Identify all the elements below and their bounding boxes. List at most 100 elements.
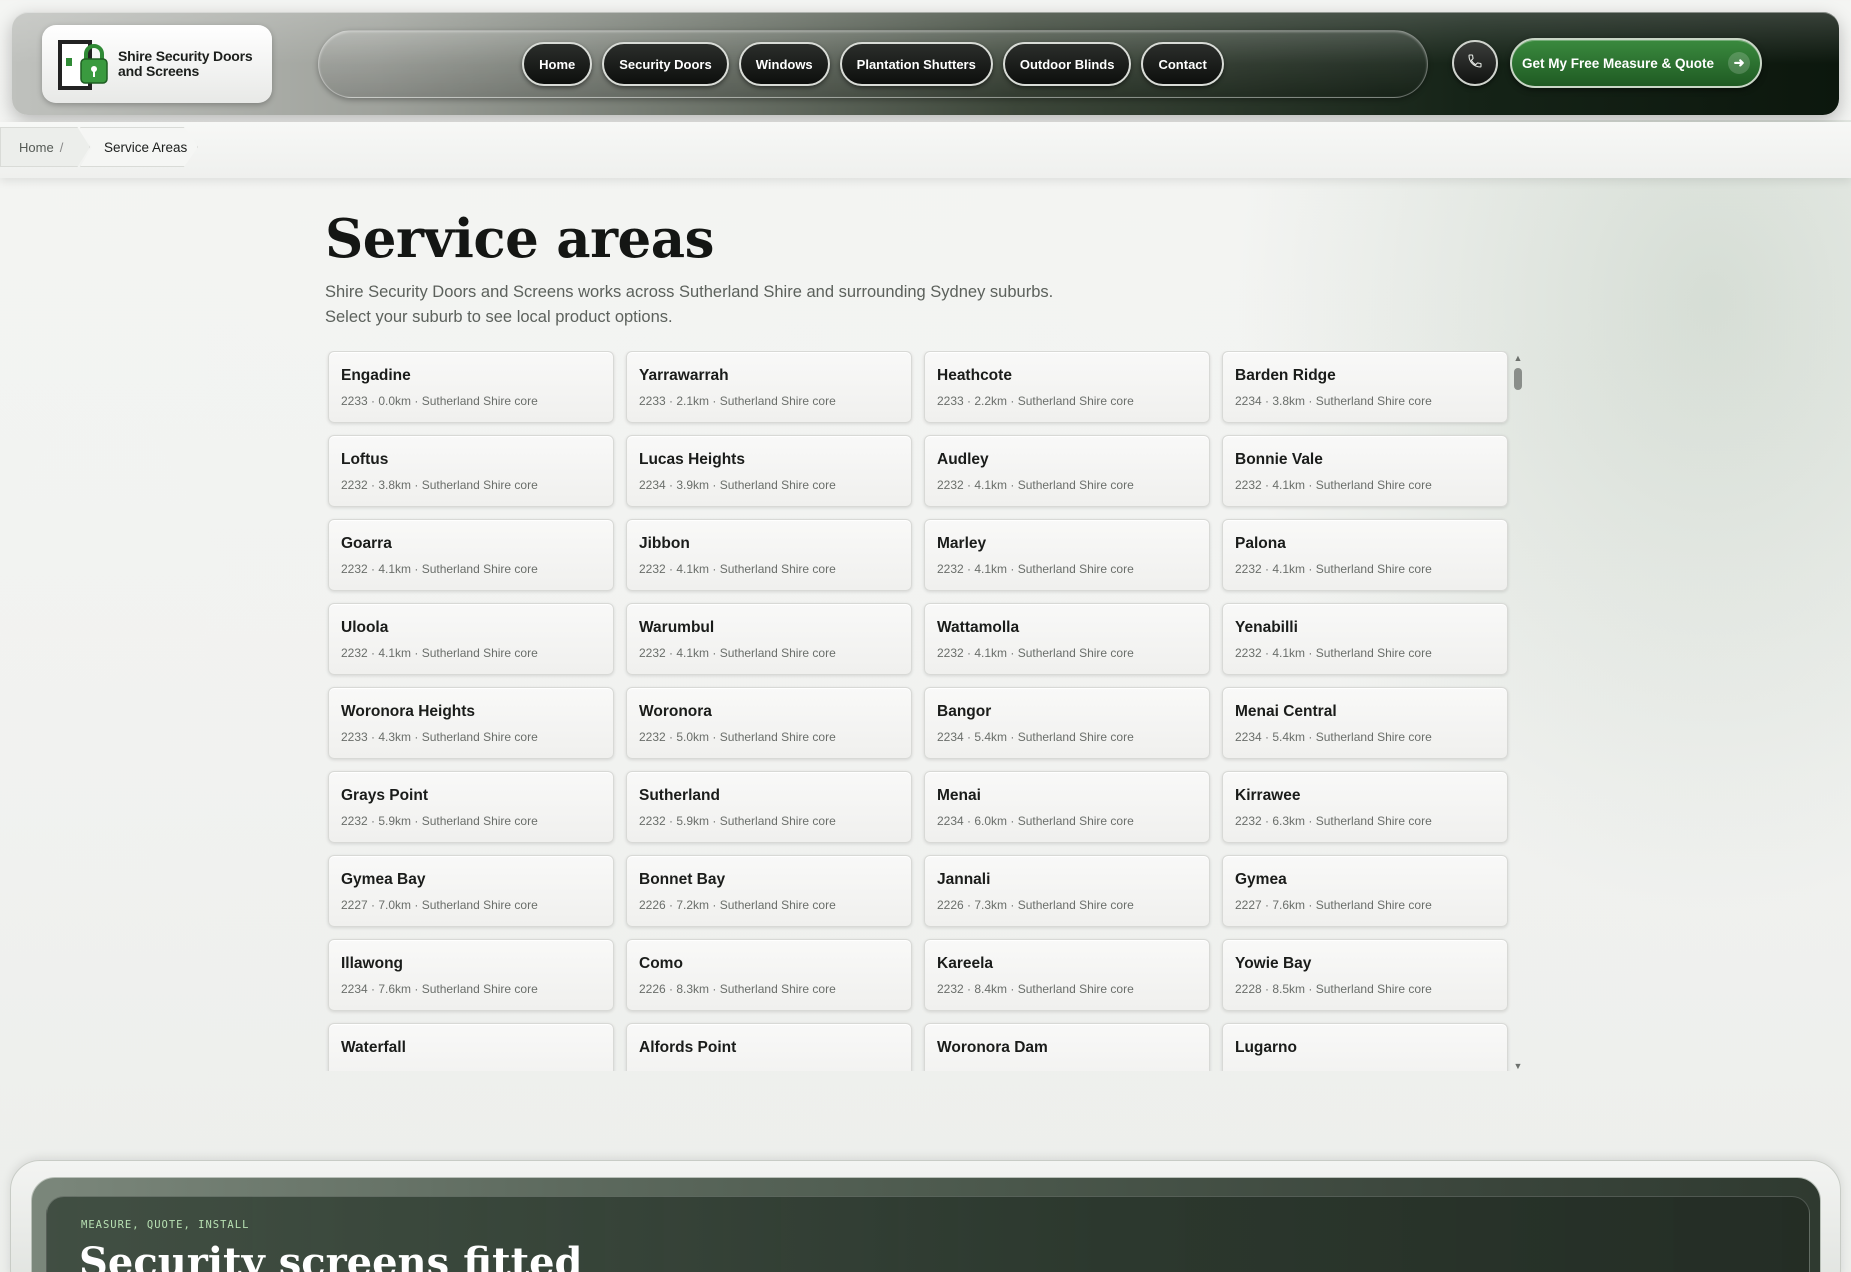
suburb-card[interactable]: Goarra 2232 · 4.1km · Sutherland Shire co…	[328, 519, 614, 591]
suburb-card[interactable]: Bonnet Bay 2226 · 7.2km · Sutherland Shir…	[626, 855, 912, 927]
suburb-name: Warumbul	[639, 619, 715, 636]
breadcrumb-separator: /	[59, 139, 64, 155]
cta-label: Get My Free Measure & Quote	[1521, 55, 1715, 71]
suburb-card[interactable]: Woronora Dam	[924, 1023, 1210, 1071]
suburb-card[interactable]: Audley 2232 · 4.1km · Sutherland Shire co…	[924, 435, 1210, 507]
suburb-meta: 2233 · 2.2km · Sutherland Shire core	[937, 394, 1134, 408]
suburb-card[interactable]: Woronora Heights 2233 · 4.3km · Sutherlan…	[328, 687, 614, 759]
suburb-name: Heathcote	[937, 367, 1012, 384]
suburb-list-scrollbar[interactable]: ▲ ▼	[1512, 353, 1524, 1071]
cta-banner: MEASURE, QUOTE, INSTALL Security screens…	[10, 1160, 1841, 1272]
suburb-name: Bangor	[937, 703, 992, 720]
suburb-meta: 2233 · 4.3km · Sutherland Shire core	[341, 730, 538, 744]
suburb-grid: Engadine 2233 · 0.0km · Sutherland Shire …	[325, 351, 1525, 1071]
suburb-name: Loftus	[341, 451, 389, 468]
nav-contact[interactable]: Contact	[1141, 42, 1224, 86]
suburb-meta: 2234 · 5.4km · Sutherland Shire core	[937, 730, 1134, 744]
suburb-card[interactable]: Wattamolla 2232 · 4.1km · Sutherland Shir…	[924, 603, 1210, 675]
suburb-card[interactable]: Yowie Bay 2228 · 8.5km · Sutherland Shire…	[1222, 939, 1508, 1011]
page-intro: Shire Security Doors and Screens works a…	[325, 283, 1054, 326]
suburb-card[interactable]: Jannali 2226 · 7.3km · Sutherland Shire c…	[924, 855, 1210, 927]
suburb-card[interactable]: Marley 2232 · 4.1km · Sutherland Shire co…	[924, 519, 1210, 591]
nav-outdoor-blinds[interactable]: Outdoor Blinds	[1002, 42, 1132, 86]
suburb-meta: 2233 · 0.0km · Sutherland Shire core	[341, 394, 538, 408]
suburb-card[interactable]: Menai Central 2234 · 5.4km · Sutherland S…	[1222, 687, 1508, 759]
suburb-name: Palona	[1235, 535, 1286, 552]
suburb-card[interactable]: Yenabilli 2232 · 4.1km · Sutherland Shire…	[1222, 603, 1508, 675]
nav-windows[interactable]: Windows	[738, 42, 830, 86]
banner-frame: MEASURE, QUOTE, INSTALL Security screens…	[31, 1177, 1821, 1272]
suburb-name: Woronora	[639, 703, 712, 720]
suburb-card[interactable]: Illawong 2234 · 7.6km · Sutherland Shire …	[328, 939, 614, 1011]
scroll-up-arrow-icon[interactable]: ▲	[1513, 353, 1523, 363]
nav-plantation-shutters[interactable]: Plantation Shutters	[839, 42, 993, 86]
suburb-card[interactable]: Yarrawarrah 2233 · 2.1km · Sutherland Shi…	[626, 351, 912, 423]
suburb-card[interactable]: Grays Point 2232 · 5.9km · Sutherland Shi…	[328, 771, 614, 843]
logo-link[interactable]: Shire Security Doors and Screens	[42, 25, 272, 103]
suburb-meta: 2232 · 4.1km · Sutherland Shire core	[937, 562, 1134, 576]
suburb-meta: 2232 · 3.8km · Sutherland Shire core	[341, 478, 538, 492]
suburb-meta: 2234 · 3.8km · Sutherland Shire core	[1235, 394, 1432, 408]
suburb-name: Illawong	[341, 955, 403, 972]
suburb-card[interactable]: Loftus 2232 · 3.8km · Sutherland Shire co…	[328, 435, 614, 507]
suburb-card[interactable]: Como 2226 · 8.3km · Sutherland Shire core	[626, 939, 912, 1011]
phone-button[interactable]	[1452, 40, 1498, 86]
banner-title: Security screens fitted	[79, 1239, 583, 1272]
site-header: Shire Security Doors and Screens Home Se…	[12, 12, 1839, 115]
breadcrumb-home[interactable]: Home /	[0, 127, 90, 167]
suburb-card[interactable]: Gymea 2227 · 7.6km · Sutherland Shire cor…	[1222, 855, 1508, 927]
suburb-name: Jibbon	[639, 535, 690, 552]
suburb-meta: 2226 · 7.3km · Sutherland Shire core	[937, 898, 1134, 912]
suburb-name: Marley	[937, 535, 987, 552]
suburb-meta: 2232 · 5.9km · Sutherland Shire core	[341, 814, 538, 828]
suburb-card[interactable]: Lucas Heights 2234 · 3.9km · Sutherland S…	[626, 435, 912, 507]
suburb-meta: 2232 · 5.0km · Sutherland Shire core	[639, 730, 836, 744]
suburb-name: Jannali	[937, 871, 991, 888]
suburb-name: Kirrawee	[1235, 787, 1301, 804]
suburb-card[interactable]: Sutherland 2232 · 5.9km · Sutherland Shir…	[626, 771, 912, 843]
suburb-card[interactable]: Kareela 2232 · 8.4km · Sutherland Shire c…	[924, 939, 1210, 1011]
suburb-name: Audley	[937, 451, 989, 468]
phone-icon	[1467, 53, 1483, 74]
suburb-name: Goarra	[341, 535, 392, 552]
suburb-card[interactable]: Woronora 2232 · 5.0km · Sutherland Shire …	[626, 687, 912, 759]
suburb-meta: 2232 · 5.9km · Sutherland Shire core	[639, 814, 836, 828]
breadcrumb-current: Service Areas	[80, 127, 198, 167]
suburb-card[interactable]: Kirrawee 2232 · 6.3km · Sutherland Shire …	[1222, 771, 1508, 843]
scroll-down-arrow-icon[interactable]: ▼	[1513, 1061, 1523, 1071]
suburb-card[interactable]: Palona 2232 · 4.1km · Sutherland Shire co…	[1222, 519, 1508, 591]
suburb-card[interactable]: Gymea Bay 2227 · 7.0km · Sutherland Shire…	[328, 855, 614, 927]
suburb-card[interactable]: Menai 2234 · 6.0km · Sutherland Shire cor…	[924, 771, 1210, 843]
suburb-name: Woronora Dam	[937, 1039, 1048, 1056]
suburb-meta: 2232 · 4.1km · Sutherland Shire core	[1235, 562, 1432, 576]
suburb-meta: 2232 · 4.1km · Sutherland Shire core	[639, 562, 836, 576]
suburb-name: Bonnet Bay	[639, 871, 726, 888]
nav-home[interactable]: Home	[522, 42, 593, 86]
suburb-name: Waterfall	[341, 1039, 406, 1056]
suburb-name: Woronora Heights	[341, 703, 476, 720]
suburb-name: Como	[639, 955, 683, 972]
suburb-card[interactable]: Barden Ridge 2234 · 3.8km · Sutherland Sh…	[1222, 351, 1508, 423]
suburb-name: Sutherland	[639, 787, 720, 804]
suburb-card[interactable]: Waterfall	[328, 1023, 614, 1071]
suburb-list[interactable]: Engadine 2233 · 0.0km · Sutherland Shire …	[325, 351, 1525, 1071]
main-nav: Home Security Doors Windows Plantation S…	[318, 30, 1428, 98]
suburb-card[interactable]: Lugarno	[1222, 1023, 1508, 1071]
nav-security-doors[interactable]: Security Doors	[602, 42, 729, 86]
banner-panel: MEASURE, QUOTE, INSTALL Security screens…	[46, 1196, 1810, 1272]
suburb-meta: 2232 · 4.1km · Sutherland Shire core	[639, 646, 836, 660]
suburb-card[interactable]: Alfords Point	[626, 1023, 912, 1071]
suburb-card[interactable]: Heathcote 2233 · 2.2km · Sutherland Shire…	[924, 351, 1210, 423]
padlock-door-icon	[56, 36, 110, 92]
suburb-card[interactable]: Engadine 2233 · 0.0km · Sutherland Shire …	[328, 351, 614, 423]
suburb-meta: 2226 · 8.3km · Sutherland Shire core	[639, 982, 836, 996]
suburb-meta: 2232 · 4.1km · Sutherland Shire core	[1235, 478, 1432, 492]
suburb-card[interactable]: Uloola 2232 · 4.1km · Sutherland Shire co…	[328, 603, 614, 675]
suburb-card[interactable]: Jibbon 2232 · 4.1km · Sutherland Shire co…	[626, 519, 912, 591]
logo-text: Shire Security Doors and Screens	[118, 48, 253, 79]
suburb-card[interactable]: Warumbul 2232 · 4.1km · Sutherland Shire …	[626, 603, 912, 675]
suburb-card[interactable]: Bangor 2234 · 5.4km · Sutherland Shire co…	[924, 687, 1210, 759]
suburb-card[interactable]: Bonnie Vale 2232 · 4.1km · Sutherland Shi…	[1222, 435, 1508, 507]
scrollbar-thumb[interactable]	[1514, 368, 1522, 390]
free-quote-button[interactable]: Get My Free Measure & Quote ➜	[1510, 38, 1762, 88]
